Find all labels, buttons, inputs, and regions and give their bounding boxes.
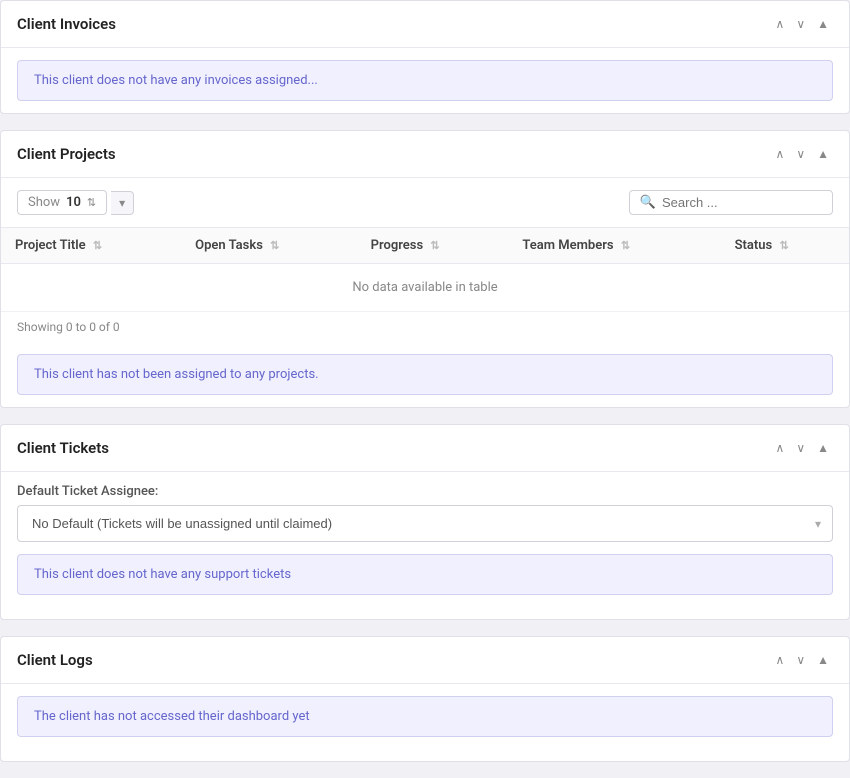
logs-up-btn[interactable]: ∧ — [772, 652, 789, 668]
logs-down-btn[interactable]: ∨ — [792, 652, 809, 668]
tickets-controls: ∧ ∨ ▲ — [772, 440, 833, 456]
col-team-members: Team Members ⇅ — [508, 228, 720, 264]
select-container: No Default (Tickets will be unassigned u… — [17, 505, 833, 542]
col-progress: Progress ⇅ — [357, 228, 509, 264]
projects-collapse-btn[interactable]: ▲ — [813, 146, 833, 162]
logs-title: Client Logs — [17, 651, 93, 669]
tickets-empty-message: This client does not have any support ti… — [17, 554, 833, 595]
show-dropdown-btn[interactable]: ▾ — [111, 191, 134, 215]
col-status: Status ⇅ — [721, 228, 849, 264]
tickets-up-btn[interactable]: ∧ — [772, 440, 789, 456]
projects-empty-message: This client has not been assigned to any… — [17, 354, 833, 395]
invoices-title: Client Invoices — [17, 15, 116, 33]
show-control[interactable]: Show 10 ⇅ — [17, 190, 107, 215]
sort-icon-progress[interactable]: ⇅ — [430, 239, 439, 252]
show-control-group: Show 10 ⇅ ▾ — [17, 190, 134, 215]
sort-icon-title[interactable]: ⇅ — [93, 239, 102, 252]
tickets-title: Client Tickets — [17, 439, 109, 457]
sort-icon-members[interactable]: ⇅ — [621, 239, 630, 252]
projects-table: Project Title ⇅ Open Tasks ⇅ Progress ⇅ … — [1, 227, 849, 312]
logs-collapse-btn[interactable]: ▲ — [813, 652, 833, 668]
client-tickets-section: Client Tickets ∧ ∨ ▲ Default Ticket Assi… — [0, 424, 850, 620]
projects-up-btn[interactable]: ∧ — [772, 146, 789, 162]
tickets-collapse-btn[interactable]: ▲ — [813, 440, 833, 456]
projects-down-btn[interactable]: ∨ — [792, 146, 809, 162]
col-project-title: Project Title ⇅ — [1, 228, 181, 264]
projects-title: Client Projects — [17, 145, 116, 163]
tickets-down-btn[interactable]: ∨ — [792, 440, 809, 456]
sort-icon-status[interactable]: ⇅ — [779, 239, 788, 252]
invoices-header: Client Invoices ∧ ∨ ▲ — [1, 1, 849, 48]
client-invoices-section: Client Invoices ∧ ∨ ▲ This client does n… — [0, 0, 850, 114]
logs-controls: ∧ ∨ ▲ — [772, 652, 833, 668]
no-data-row: No data available in table — [1, 264, 849, 312]
search-icon: 🔍 — [640, 195, 656, 210]
show-label: Show — [28, 195, 60, 210]
invoices-controls: ∧ ∨ ▲ — [772, 16, 833, 32]
client-logs-section: Client Logs ∧ ∨ ▲ The client has not acc… — [0, 636, 850, 762]
show-sort-icon: ⇅ — [87, 196, 96, 209]
invoices-empty-message: This client does not have any invoices a… — [17, 60, 833, 101]
tickets-header: Client Tickets ∧ ∨ ▲ — [1, 425, 849, 472]
assignee-label: Default Ticket Assignee: — [1, 472, 849, 505]
invoices-down-btn[interactable]: ∨ — [792, 16, 809, 32]
showing-text: Showing 0 to 0 of 0 — [1, 312, 849, 342]
table-header-row: Project Title ⇅ Open Tasks ⇅ Progress ⇅ … — [1, 228, 849, 264]
sort-icon-tasks[interactable]: ⇅ — [270, 239, 279, 252]
assignee-select[interactable]: No Default (Tickets will be unassigned u… — [17, 505, 833, 542]
search-input[interactable] — [662, 195, 822, 210]
invoices-collapse-btn[interactable]: ▲ — [813, 16, 833, 32]
projects-toolbar: Show 10 ⇅ ▾ 🔍 — [1, 178, 849, 227]
col-open-tasks: Open Tasks ⇅ — [181, 228, 357, 264]
logs-header: Client Logs ∧ ∨ ▲ — [1, 637, 849, 684]
client-projects-section: Client Projects ∧ ∨ ▲ Show 10 ⇅ ▾ 🔍 Proj… — [0, 130, 850, 408]
invoices-up-btn[interactable]: ∧ — [772, 16, 789, 32]
no-data-message: No data available in table — [1, 264, 849, 312]
show-number: 10 — [66, 195, 81, 210]
search-box: 🔍 — [629, 190, 833, 215]
projects-controls: ∧ ∨ ▲ — [772, 146, 833, 162]
logs-empty-message: The client has not accessed their dashbo… — [17, 696, 833, 737]
assignee-select-wrapper: No Default (Tickets will be unassigned u… — [17, 505, 833, 542]
projects-header: Client Projects ∧ ∨ ▲ — [1, 131, 849, 178]
